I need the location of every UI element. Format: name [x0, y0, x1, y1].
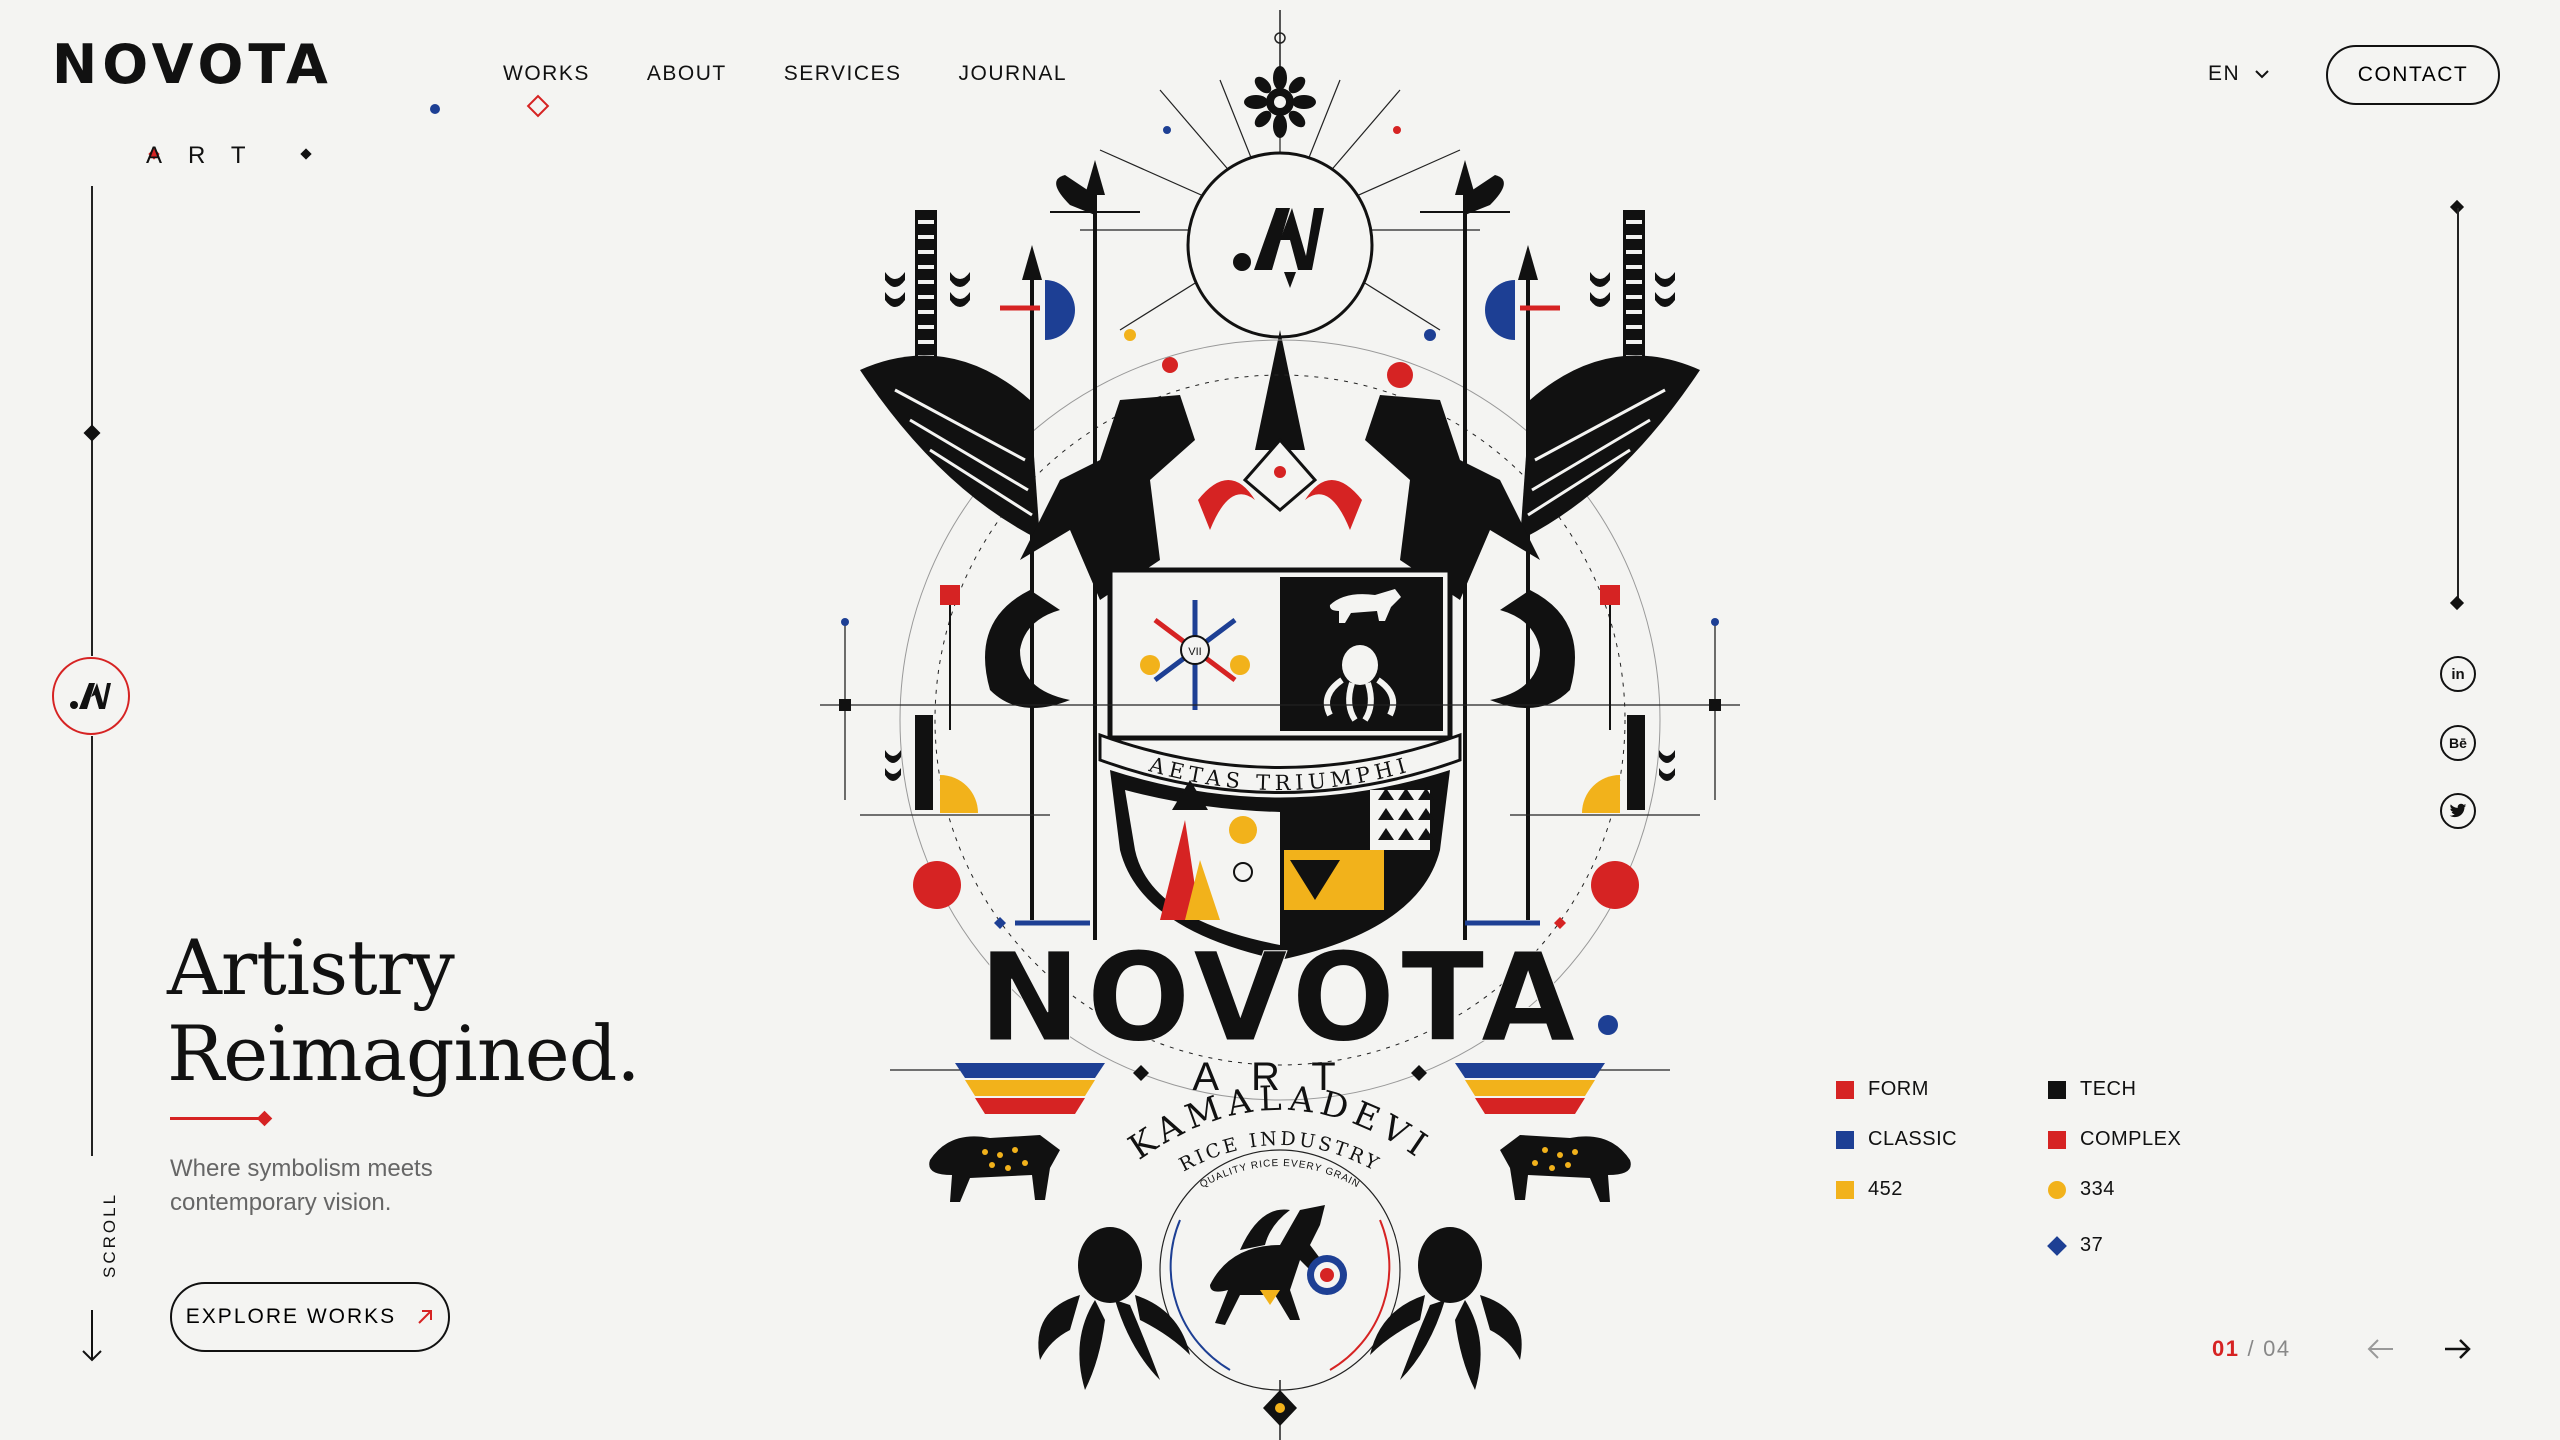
legend-swatch: [2048, 1180, 2066, 1199]
hero-subtitle-line1: Where symbolism meets: [170, 1155, 433, 1182]
right-rail-diamond-bottom: [2449, 595, 2465, 611]
crest-wordmark: NOVOTA: [979, 927, 1582, 1069]
snowflake-icon: [1244, 66, 1316, 138]
pager-current: 01: [2212, 1336, 2240, 1361]
pager-total: 04: [2263, 1336, 2291, 1361]
legend-label: TECH: [2080, 1078, 2137, 1100]
nav-active-indicator: [526, 94, 550, 118]
arrow-left-icon[interactable]: [2366, 1334, 2396, 1364]
linkedin-label: in: [2451, 665, 2465, 683]
legend-swatch: [2048, 1080, 2066, 1099]
crest-arc-line-1: KAMALADEVI: [1122, 1079, 1433, 1169]
language-label: EN: [2208, 62, 2241, 85]
leopard-right-icon: [1500, 1135, 1631, 1202]
pager-separator: /: [2247, 1336, 2256, 1361]
hero-title: Artistry Reimagined.: [167, 923, 641, 1098]
legend-item-334: 334: [2048, 1178, 2115, 1201]
leopard-left-icon: [929, 1135, 1060, 1202]
contact-button[interactable]: CONTACT: [2326, 45, 2500, 105]
chevron-down-icon: [2255, 70, 2269, 79]
hero-divider-diamond: [256, 1110, 273, 1127]
legend-item-classic: CLASSIC: [1836, 1128, 1957, 1151]
legend-label: 334: [2080, 1178, 2115, 1200]
legend-item-452: 452: [1836, 1178, 1903, 1201]
legend-item-form: FORM: [1836, 1078, 1929, 1101]
nav-item-label: WORKS: [503, 62, 590, 85]
legend-label: 452: [1868, 1178, 1903, 1200]
legend-item-tech: TECH: [2048, 1078, 2136, 1101]
arrow-right-icon[interactable]: [2442, 1334, 2472, 1364]
monogram-badge[interactable]: [52, 657, 130, 735]
legend-label: FORM: [1868, 1078, 1929, 1100]
hero-title-line1: Artistry: [167, 923, 455, 1012]
crest-illustration: VII AETAS TRIUMPHI NOVOTA ART KAMALADEVI…: [820, 10, 1740, 1440]
behance-icon[interactable]: Bē: [2440, 725, 2476, 761]
monogram-icon: [70, 683, 111, 709]
crest-arc-text-1: KAMALADEVI: [1122, 1079, 1439, 1169]
arrow-up-right-icon: [418, 1310, 433, 1324]
behance-label: Bē: [2449, 735, 2467, 751]
logo-dot: [430, 104, 440, 114]
legend-item-37: 37: [2047, 1234, 2104, 1257]
nav-item-about[interactable]: ABOUT: [647, 62, 727, 86]
octopus-left-icon: [1038, 1227, 1190, 1390]
explore-works-button[interactable]: EXPLORE WORKS: [170, 1282, 450, 1352]
hero-title-line2: Reimagined.: [167, 1009, 641, 1098]
nav-item-label: ABOUT: [646, 62, 727, 85]
scroll-label: SCROLL: [100, 1191, 119, 1278]
left-rail-diamond: [83, 424, 101, 442]
octopus-right-icon: [1370, 1227, 1522, 1390]
arrow-down-icon[interactable]: [80, 1308, 104, 1364]
brand-name: NOVOTA: [52, 33, 333, 96]
legend-label: 37: [2080, 1234, 2104, 1256]
hero-subtitle: Where symbolism meets contemporary visio…: [170, 1152, 510, 1220]
pegasus-icon: [1210, 1205, 1325, 1325]
right-rail-line: [2457, 208, 2459, 604]
linkedin-icon[interactable]: in: [2440, 656, 2476, 692]
hero-divider: [170, 1117, 262, 1120]
page: NOVOTA ART WORKS ABOUT SERVICES JOURNAL …: [0, 0, 2560, 1440]
legend-swatch: [1836, 1180, 1854, 1199]
slide-pager: 01 / 04: [2212, 1336, 2291, 1362]
nav-item-works[interactable]: WORKS: [503, 62, 590, 118]
left-rail-line-bottom: [91, 736, 93, 1156]
brand-logo[interactable]: NOVOTA ART: [52, 33, 440, 169]
bird-icon: [2449, 803, 2467, 818]
logo-diamond-right: [300, 148, 312, 160]
legend-swatch: [1836, 1080, 1854, 1099]
shield-numeral: VII: [1188, 646, 1201, 658]
legend-swatch: [2048, 1130, 2066, 1149]
legend-label: COMPLEX: [2080, 1128, 2182, 1150]
legend-item-complex: COMPLEX: [2048, 1128, 2181, 1151]
explore-works-label: EXPLORE WORKS: [185, 1305, 397, 1328]
hero-subtitle-line2: contemporary vision.: [170, 1189, 392, 1216]
legend-swatch: [1836, 1130, 1854, 1149]
legend-swatch: [2047, 1235, 2067, 1256]
left-rail-line-top: [91, 186, 93, 656]
twitter-icon[interactable]: [2440, 793, 2476, 829]
crest-arc-line-3: QUALITY RICE EVERY GRAIN: [1198, 1158, 1361, 1191]
legend-label: CLASSIC: [1868, 1128, 1958, 1150]
crest-arc-text-3: QUALITY RICE EVERY GRAIN: [1198, 1158, 1362, 1191]
language-selector[interactable]: EN: [2208, 62, 2270, 86]
brand-sub: ART: [146, 142, 272, 169]
